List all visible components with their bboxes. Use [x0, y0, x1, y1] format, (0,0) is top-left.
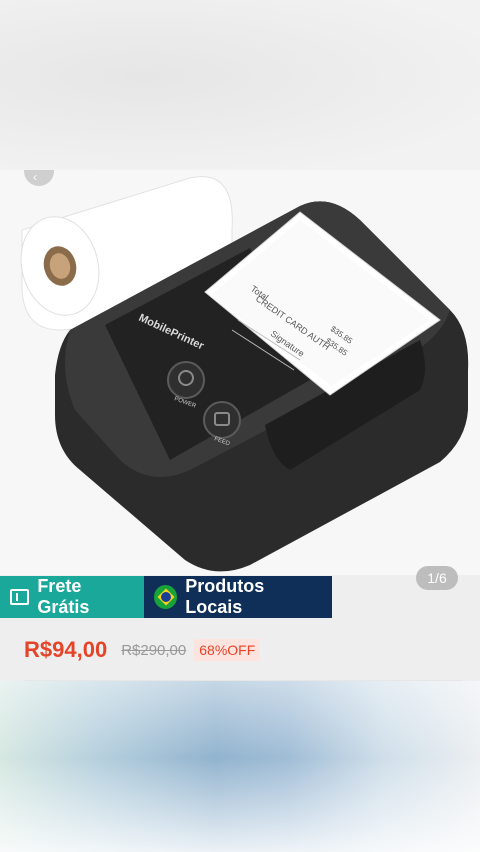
product-image[interactable]: ‹ Total CREDIT CARD AUTH Signature $35.8… — [0, 170, 480, 575]
free-shipping-badge[interactable]: Frete Grátis — [0, 576, 144, 618]
local-products-label: Produtos Locais — [185, 576, 265, 617]
blurred-header-backdrop — [0, 0, 480, 170]
feed-button-icon — [203, 401, 241, 439]
price-row: R$94,00 R$290,00 68%OFF — [24, 632, 261, 668]
discount-badge: 68%OFF — [194, 639, 261, 661]
brazil-flag-icon — [154, 585, 178, 609]
printer-illustration: Total CREDIT CARD AUTH Signature $35.85 … — [20, 176, 469, 572]
badge-strip: Frete Grátis Produtos Locais — [0, 576, 332, 618]
ticket-icon — [10, 589, 30, 605]
image-page-counter: 1/6 — [416, 566, 458, 590]
original-price: R$290,00 — [121, 641, 187, 659]
current-price: R$94,00 — [24, 637, 108, 662]
local-products-badge[interactable]: Produtos Locais — [144, 576, 332, 618]
free-shipping-label: Frete Grátis — [37, 576, 90, 617]
back-arrow-icon: ‹ — [33, 170, 37, 184]
power-button-icon — [167, 361, 205, 399]
blurred-footer-backdrop — [0, 681, 480, 852]
